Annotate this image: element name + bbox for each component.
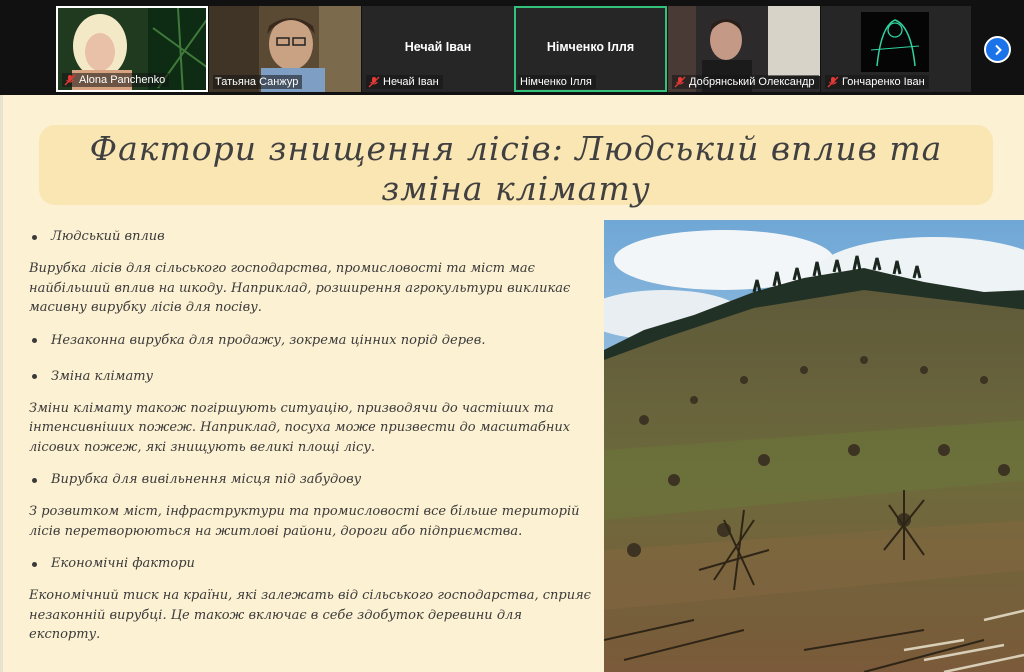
participant-label-4: Німченко Ілля (518, 75, 596, 89)
bullet-label: Вирубка для вивільнення місця під забудо… (51, 472, 362, 488)
participant-name: Добрянський Олександр (689, 76, 815, 88)
mic-muted-icon (368, 76, 380, 88)
mic-muted-icon (64, 74, 76, 86)
bullet-dot (32, 234, 37, 240)
slide-title-line-1: Фактори знищення лісів: Людський вплив т… (89, 129, 943, 168)
bullet-paragraph: Вирубка лісів для сільського господарств… (29, 261, 571, 315)
participant-name: Німченко Ілля (520, 76, 592, 88)
slide-title-line-2: зміна клімату (381, 169, 651, 208)
bullet-dot (32, 477, 37, 483)
bullet-dot (32, 561, 37, 567)
bullet-item: Людський вплив (29, 227, 595, 247)
bullet-label: Зміна клімату (51, 368, 154, 384)
bullet-label: Незаконна вирубка для продажу, зокрема ц… (51, 332, 486, 348)
slide-content: Людський вплив Вирубка лісів для сільськ… (29, 227, 595, 645)
participant-name: Татьяна Санжур (215, 76, 299, 88)
participant-label-2: Татьяна Санжур (213, 75, 303, 89)
participant-strip: Alona Panchenko Татьяна Санжур Нечай Іва… (0, 0, 1024, 95)
chevron-right-icon (994, 44, 1002, 55)
participant-center-name: Нечай Іван (404, 40, 472, 54)
bullet-item: Зміна клімату (29, 367, 595, 387)
bullet-dot (32, 374, 37, 379)
bullet-label: Людський вплив (51, 229, 165, 245)
participant-label-1: Alona Panchenko (62, 73, 170, 87)
participant-name: Alona Panchenko (79, 74, 166, 86)
participant-tile-3[interactable]: Нечай Іван Нечай Іван (362, 6, 514, 92)
participant-label-6: Гончаренко Іван (825, 75, 929, 89)
participant-label-3: Нечай Іван (366, 75, 443, 89)
mic-muted-icon (827, 76, 839, 88)
bullet-item: Економічні фактори (29, 554, 595, 574)
bullet-dot (32, 338, 37, 343)
shared-slide: Фактори знищення лісів: Людський вплив т… (0, 95, 1024, 672)
bullet-paragraph: Економічний тиск на країни, які залежать… (29, 588, 591, 642)
participant-tile-2[interactable]: Татьяна Санжур (209, 6, 361, 92)
participant-name: Гончаренко Іван (842, 76, 925, 88)
bullet-item: Вирубка для вивільнення місця під забудо… (29, 470, 595, 490)
mic-muted-icon (674, 76, 686, 88)
participant-center-name: Німченко Ілля (546, 40, 635, 54)
bullet-item: Незаконна вирубка для продажу, зокрема ц… (29, 331, 595, 351)
bullet-label: Економічні фактори (51, 556, 195, 572)
participant-name: Нечай Іван (383, 76, 439, 88)
bullet-paragraph: Зміни клімату також погіршують ситуацію,… (29, 400, 571, 455)
next-participants-button[interactable] (984, 36, 1011, 63)
participant-tile-5[interactable]: Добрянський Олександр (668, 6, 820, 92)
participant-label-5: Добрянський Олександр (672, 75, 819, 89)
slide-title: Фактори знищення лісів: Людський вплив т… (39, 129, 993, 209)
bullet-paragraph: З розвитком міст, інфраструктури та пром… (29, 504, 580, 539)
participant-tile-6[interactable]: Гончаренко Іван (821, 6, 971, 92)
participant-tile-4[interactable]: Німченко Ілля Німченко Ілля (514, 6, 667, 92)
deforestation-photo (604, 220, 1024, 672)
participant-tile-1[interactable]: Alona Panchenko (56, 6, 208, 92)
